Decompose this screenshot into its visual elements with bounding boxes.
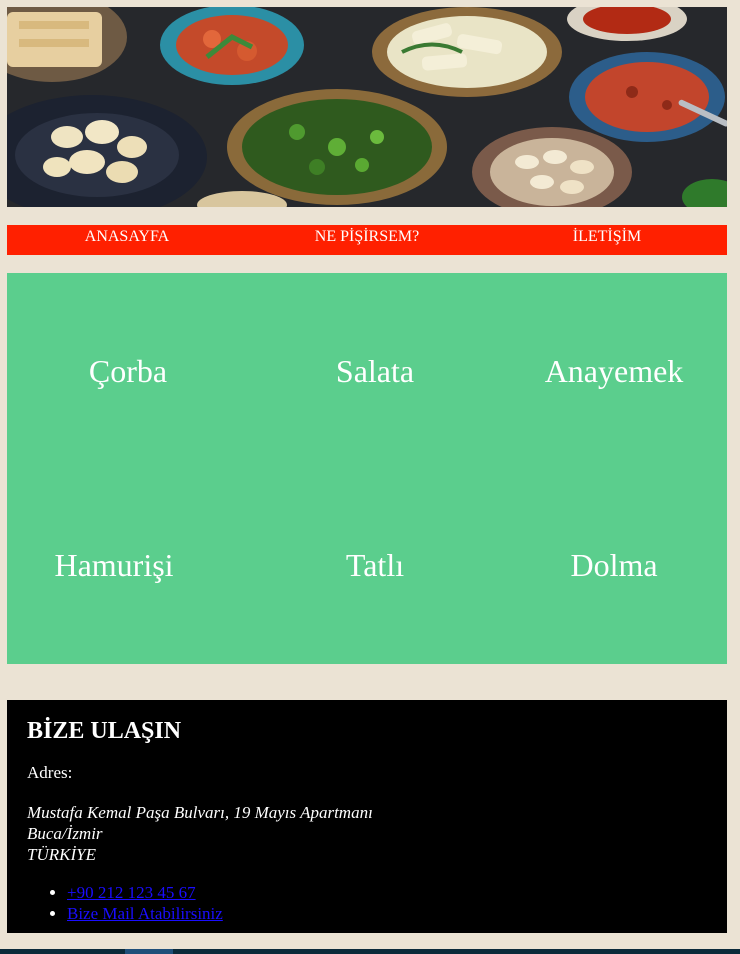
list-item: +90 212 123 45 67 bbox=[67, 882, 223, 903]
address-line-street: Mustafa Kemal Paşa Bulvarı, 19 Mayıs Apa… bbox=[27, 803, 373, 822]
food-photo-illustration bbox=[7, 7, 727, 207]
category-hamurisi[interactable]: Hamurişi bbox=[54, 547, 173, 583]
nav-item-ne-pisirsem[interactable]: NE PİŞİRSEM? bbox=[247, 225, 487, 246]
main-navigation: ANASAYFA NE PİŞİRSEM? İLETİŞİM bbox=[7, 225, 727, 255]
phone-link[interactable]: +90 212 123 45 67 bbox=[67, 883, 196, 902]
window-bottom-strip bbox=[0, 949, 740, 954]
nav-item-iletisim[interactable]: İLETİŞİM bbox=[487, 225, 727, 246]
nav-item-anasayfa[interactable]: ANASAYFA bbox=[7, 225, 247, 246]
mail-link[interactable]: Bize Mail Atabilirsiniz bbox=[67, 904, 223, 923]
contact-title: BİZE ULAŞIN bbox=[27, 718, 182, 744]
hero-image bbox=[7, 7, 727, 207]
category-grid: Çorba Salata Anayemek Hamurişi Tatlı Dol… bbox=[7, 273, 727, 664]
address-block: Mustafa Kemal Paşa Bulvarı, 19 Mayıs Apa… bbox=[27, 802, 373, 865]
address-line-country: TÜRKİYE bbox=[27, 845, 96, 864]
contact-links-list: +90 212 123 45 67 Bize Mail Atabilirsini… bbox=[27, 882, 223, 924]
bottom-strip-accent bbox=[125, 949, 173, 954]
list-item: Bize Mail Atabilirsiniz bbox=[67, 903, 223, 924]
address-line-city: Buca/İzmir bbox=[27, 824, 103, 843]
address-label: Adres: bbox=[27, 763, 73, 782]
category-dolma[interactable]: Dolma bbox=[570, 547, 657, 583]
category-corba[interactable]: Çorba bbox=[89, 353, 167, 389]
category-tatli[interactable]: Tatlı bbox=[346, 547, 404, 583]
category-anayemek[interactable]: Anayemek bbox=[545, 353, 684, 389]
contact-section: BİZE ULAŞIN Adres: Mustafa Kemal Paşa Bu… bbox=[7, 700, 727, 933]
category-salata[interactable]: Salata bbox=[336, 353, 414, 389]
